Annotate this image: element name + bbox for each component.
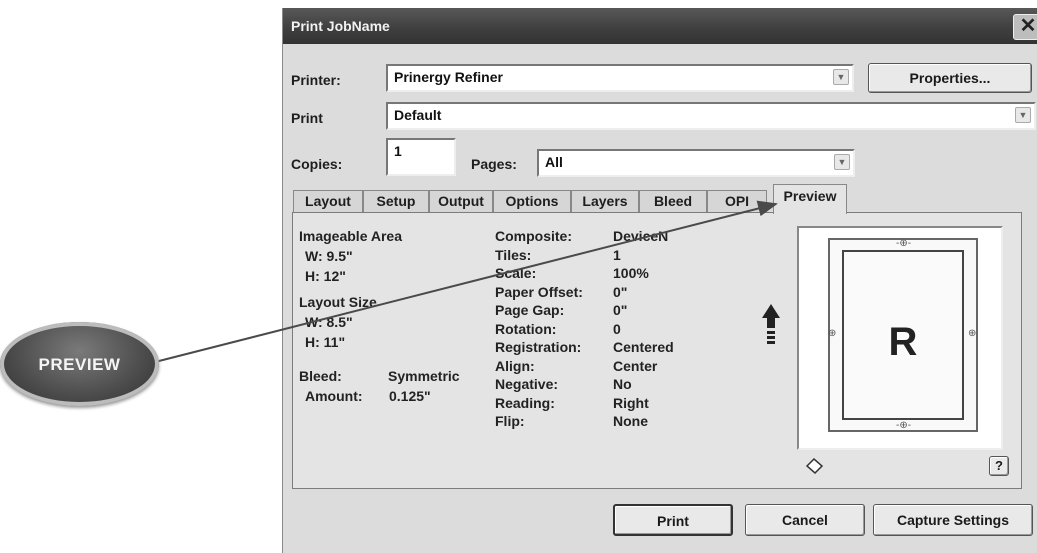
dropdown-arrow-icon[interactable]: ▼ xyxy=(1015,107,1031,123)
setting-value: No xyxy=(613,376,632,392)
cancel-button[interactable]: Cancel xyxy=(745,504,865,536)
tab-layers[interactable]: Layers xyxy=(571,190,639,212)
dropdown-arrow-icon[interactable]: ▼ xyxy=(834,154,850,170)
print-button[interactable]: Print xyxy=(613,504,733,536)
tab-output[interactable]: Output xyxy=(429,190,493,212)
setting-value: DeviceN xyxy=(613,228,669,244)
dropdown-arrow-icon[interactable]: ▼ xyxy=(833,69,849,85)
setting-value: Center xyxy=(613,357,658,374)
setting-value: 0" xyxy=(613,302,628,318)
print-label: Print xyxy=(291,110,323,126)
eraser-icon[interactable] xyxy=(805,456,825,474)
setting-label: Flip: xyxy=(495,413,525,429)
setting-label: Reading: xyxy=(495,394,555,411)
setting-label: Tiles: xyxy=(495,246,532,263)
tab-options[interactable]: Options xyxy=(493,190,571,212)
media-sheet: R -⊕- -⊕- ⊕ ⊕ xyxy=(828,238,978,432)
setting-value: 0 xyxy=(613,320,621,337)
setting-value: 0" xyxy=(613,283,628,300)
setting-label: Rotation: xyxy=(495,320,557,337)
page-preview: R -⊕- -⊕- ⊕ ⊕ xyxy=(797,226,1003,450)
pages-value: All xyxy=(545,154,563,170)
imageable-height: H: 12" xyxy=(305,268,346,284)
amount-label: Amount: xyxy=(305,388,363,404)
print-dialog: Print JobName ✕ Printer: Prinergy Refine… xyxy=(282,8,1037,553)
setting-value: 100% xyxy=(613,265,649,281)
setting-value: None xyxy=(613,413,648,429)
close-icon[interactable]: ✕ xyxy=(1013,14,1037,40)
tab-preview[interactable]: Preview xyxy=(773,184,847,214)
amount-value: 0.125" xyxy=(389,388,431,404)
copies-input[interactable]: 1 xyxy=(386,138,456,176)
tab-bleed[interactable]: Bleed xyxy=(639,190,707,212)
setting-value: Right xyxy=(613,394,649,411)
layout-width: W: 8.5" xyxy=(305,314,353,330)
setting-value: Centered xyxy=(613,339,674,355)
setting-label: Page Gap: xyxy=(495,302,565,318)
setting-label: Scale: xyxy=(495,265,537,281)
tab-layout[interactable]: Layout xyxy=(293,190,363,212)
printer-select[interactable]: Prinergy Refiner ▼ xyxy=(386,64,854,92)
print-preset-value: Default xyxy=(394,107,442,123)
registration-mark-icon: ⊕ xyxy=(828,328,837,339)
printer-value: Prinergy Refiner xyxy=(394,69,503,85)
registration-mark-icon: -⊕- xyxy=(896,420,912,431)
preview-callout-badge: PREVIEW xyxy=(0,322,159,406)
printer-label: Printer: xyxy=(291,72,341,88)
imageable-width: W: 9.5" xyxy=(305,248,353,264)
bleed-value: Symmetric xyxy=(388,368,460,384)
layout-height: H: 11" xyxy=(305,334,346,350)
bleed-label: Bleed: xyxy=(299,368,342,384)
capture-settings-button[interactable]: Capture Settings xyxy=(873,504,1033,536)
tab-setup[interactable]: Setup xyxy=(363,190,429,212)
setting-label: Registration: xyxy=(495,339,582,355)
page-trim: R xyxy=(842,250,964,420)
registration-mark-icon: ⊕ xyxy=(968,328,977,339)
tab-opi[interactable]: OPI xyxy=(707,190,767,212)
copies-label: Copies: xyxy=(291,156,343,172)
registration-mark-icon: -⊕- xyxy=(896,238,912,249)
title-bar: Print JobName ✕ xyxy=(283,8,1037,44)
page-letter: R xyxy=(888,320,918,364)
window-title: Print JobName xyxy=(291,18,390,34)
feed-direction-arrow-icon xyxy=(762,304,780,344)
setting-label: Negative: xyxy=(495,376,559,392)
pages-label: Pages: xyxy=(471,156,517,172)
setting-label: Composite: xyxy=(495,228,572,244)
setting-value: 1 xyxy=(613,246,621,263)
imageable-area-heading: Imageable Area xyxy=(299,228,402,244)
setting-label: Paper Offset: xyxy=(495,283,583,300)
setting-label: Align: xyxy=(495,357,535,374)
pages-select[interactable]: All ▼ xyxy=(537,149,855,177)
layout-size-heading: Layout Size xyxy=(299,294,377,310)
properties-button[interactable]: Properties... xyxy=(868,63,1032,93)
help-icon[interactable]: ? xyxy=(989,456,1009,476)
preview-callout-label: PREVIEW xyxy=(38,355,121,374)
print-preset-select[interactable]: Default ▼ xyxy=(386,102,1036,130)
